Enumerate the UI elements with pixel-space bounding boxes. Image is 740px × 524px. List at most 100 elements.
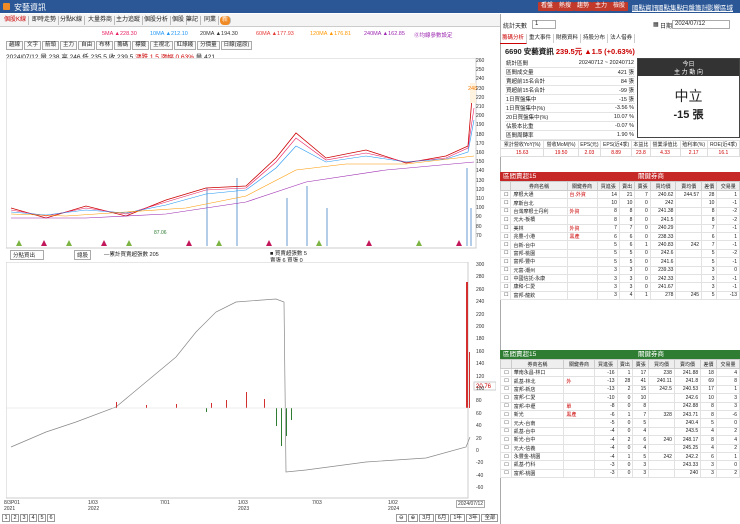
broker-chart[interactable]: 20.76 bbox=[6, 262, 496, 500]
btn-hot[interactable]: 熱搜 bbox=[556, 2, 575, 11]
row-checkbox[interactable]: ☐ bbox=[500, 451, 512, 462]
menu-kline[interactable]: 個股K線 bbox=[2, 16, 30, 25]
row-checkbox[interactable]: ☐ bbox=[499, 189, 512, 200]
tool-10[interactable]: 分價量 bbox=[197, 41, 220, 50]
zoom-all[interactable]: 全部 bbox=[481, 514, 499, 522]
row-checkbox[interactable]: ☐ bbox=[500, 376, 512, 386]
broker-row[interactable]: ☐ 康和-仁愛 3 3 0 241.67 3 -1 bbox=[499, 282, 740, 292]
broker-row[interactable]: ☐ 凱基-林北外 -13 28 41 240.11 241.8 69 8 bbox=[500, 376, 740, 386]
menu-main[interactable]: 主力追蹤 bbox=[114, 16, 144, 25]
tool-4[interactable]: 自由 bbox=[78, 41, 96, 50]
tab-events[interactable]: 重大事件 bbox=[527, 34, 555, 43]
page-3[interactable]: 3 bbox=[20, 514, 28, 522]
ma-settings[interactable]: ⓪均線參數設定 bbox=[414, 31, 453, 39]
menu-peer[interactable]: 同業 bbox=[202, 16, 220, 25]
tool-6[interactable]: 籌碼 bbox=[114, 41, 132, 50]
row-checkbox[interactable]: ☐ bbox=[499, 282, 512, 292]
link-2[interactable]: 日盤籌計 bbox=[682, 2, 708, 12]
broker-row[interactable]: ☐ 台灣摩根士丹利 外資 8 8 0 241.38 8 -2 bbox=[499, 206, 740, 217]
tab-chips[interactable]: 籌碼分析 bbox=[500, 34, 528, 44]
broker-row[interactable]: ☐ 富邦-新店 -13 2 15 242.5 240.53 17 1 bbox=[500, 384, 740, 395]
page-2[interactable]: 2 bbox=[11, 514, 19, 522]
row-checkbox[interactable]: ☐ bbox=[499, 215, 512, 225]
broker-row[interactable]: ☐ 華南永昌-林口 -16 1 17 238 241.88 18 4 bbox=[500, 367, 740, 378]
row-checkbox[interactable]: ☐ bbox=[500, 426, 512, 437]
zoom-6m[interactable]: 6月 bbox=[434, 514, 450, 522]
tool-7[interactable]: 標籤 bbox=[132, 41, 150, 50]
zoom-3y[interactable]: 3年 bbox=[465, 514, 481, 522]
calendar-icon[interactable]: ▦ bbox=[653, 21, 659, 28]
row-checkbox[interactable]: ☐ bbox=[500, 367, 512, 378]
row-checkbox[interactable]: ☐ bbox=[499, 273, 512, 284]
btn-trend[interactable]: 趨勢 bbox=[574, 2, 593, 11]
btn-main[interactable]: 主力 bbox=[592, 2, 611, 11]
broker-row[interactable]: ☐ 新光 黑產 -6 1 7 328 243.71 8 -6 bbox=[500, 409, 740, 420]
broker-row[interactable]: ☐ 元大-台南 -5 0 5 240.4 5 0 bbox=[500, 418, 740, 428]
broker-row[interactable]: ☐ 富邦-仁愛 -10 0 10 242.6 10 3 bbox=[500, 393, 740, 403]
row-checkbox[interactable]: ☐ bbox=[499, 290, 512, 301]
tool-9[interactable]: 紅綠綫 bbox=[173, 41, 197, 50]
row-checkbox[interactable]: ☐ bbox=[499, 206, 512, 217]
broker-row[interactable]: ☐ 永豐金-桃園 -4 1 5 242 242.2 6 1 bbox=[500, 451, 740, 462]
broker-row[interactable]: ☐ 凱基-竹科 -3 0 3 243.33 3 0 bbox=[500, 460, 740, 470]
link-1[interactable]: 國點集點 bbox=[657, 2, 683, 12]
broker-row[interactable]: ☐ 富邦-中壢單 -8 0 8 242.88 8 3 bbox=[500, 401, 740, 411]
broker-row[interactable]: ☐ 台新-台中 5 6 1 240.83 242 7 -1 bbox=[499, 240, 740, 250]
row-checkbox[interactable]: ☐ bbox=[500, 418, 512, 428]
row-checkbox[interactable]: ☐ bbox=[499, 198, 512, 208]
broker-row[interactable]: ☐ 摩根大通 台.外資 14 21 7 240.62 244.57 28 1 bbox=[499, 189, 740, 200]
menu-big[interactable]: 大量券商 bbox=[86, 16, 116, 25]
tool-0[interactable]: 趨線 bbox=[6, 41, 24, 50]
broker-row[interactable]: ☐ 摩斯台北 10 10 0 242 10 -1 bbox=[499, 198, 740, 208]
total-button[interactable]: 總股 bbox=[74, 250, 92, 260]
link-3[interactable]: 影響區域 bbox=[707, 2, 733, 12]
row-checkbox[interactable]: ☐ bbox=[500, 435, 512, 445]
broker-row[interactable]: ☐ 元大-信義 -4 0 4 245.25 4 2 bbox=[500, 443, 740, 453]
page-1[interactable]: 1 bbox=[2, 514, 10, 522]
broker-row[interactable]: ☐ 美林 外資 7 7 0 240.29 7 -1 bbox=[499, 223, 740, 233]
page-4[interactable]: 4 bbox=[29, 514, 37, 522]
row-checkbox[interactable]: ☐ bbox=[500, 443, 512, 453]
tab-fin[interactable]: 財務資料 bbox=[554, 34, 582, 43]
broker-row[interactable]: ☐ 新光-台中 -4 2 6 240 248.17 8 4 bbox=[500, 435, 740, 445]
menu-analysis[interactable]: 個股分析 bbox=[142, 16, 172, 25]
zoom-out-icon[interactable]: ⊖ bbox=[396, 514, 407, 522]
buy-filter[interactable]: 關鍵券商 bbox=[638, 173, 664, 180]
row-checkbox[interactable]: ☐ bbox=[499, 257, 512, 267]
btn-watch[interactable]: 看盤 bbox=[538, 2, 557, 11]
btn-screen[interactable]: 檢股 bbox=[610, 2, 629, 11]
row-checkbox[interactable]: ☐ bbox=[500, 409, 512, 420]
broker-row[interactable]: ☐ 富邦-桃園 -3 0 3 240 3 2 bbox=[500, 468, 740, 479]
broker-row[interactable]: ☐ 富邦-桃園 5 5 0 242.6 5 -2 bbox=[499, 248, 740, 259]
tool-2[interactable]: 箭頭 bbox=[42, 41, 60, 50]
tool-3[interactable]: 主力 bbox=[60, 41, 78, 50]
menu-branch[interactable]: 分點K線 bbox=[58, 16, 86, 25]
broker-row[interactable]: ☐ 中國信託-永康 3 3 0 242.33 3 -1 bbox=[499, 273, 740, 284]
link-0[interactable]: 國點資訊 bbox=[632, 2, 658, 12]
row-checkbox[interactable]: ☐ bbox=[499, 231, 512, 242]
row-checkbox[interactable]: ☐ bbox=[499, 248, 512, 259]
broker-row[interactable]: ☐ 元大-板橋 8 8 0 241.5 8 -2 bbox=[499, 215, 740, 225]
row-checkbox[interactable]: ☐ bbox=[499, 240, 512, 250]
days-select[interactable]: 1 bbox=[532, 20, 556, 29]
menu-notes[interactable]: 筆記 bbox=[184, 16, 202, 25]
date-input[interactable]: 2024/07/12 bbox=[672, 20, 730, 29]
tab-lend[interactable]: 法人借券 bbox=[608, 34, 636, 43]
zoom-1y[interactable]: 1年 bbox=[450, 514, 465, 522]
row-checkbox[interactable]: ☐ bbox=[500, 468, 512, 479]
broker-row[interactable]: ☐ 富邦-豐中 5 5 0 241.6 5 -1 bbox=[499, 257, 740, 267]
row-checkbox[interactable]: ☐ bbox=[500, 460, 512, 470]
row-checkbox[interactable]: ☐ bbox=[500, 401, 512, 411]
broker-row[interactable]: ☐ 凱基-台中 -4 0 4 243.5 4 2 bbox=[500, 426, 740, 437]
page-5[interactable]: 5 bbox=[38, 514, 46, 522]
menu-realtime[interactable]: 即時走勢 bbox=[30, 16, 60, 25]
row-checkbox[interactable]: ☐ bbox=[499, 223, 512, 233]
broker-row[interactable]: ☐ 元富-潮州 3 3 0 239.33 3 0 bbox=[499, 265, 740, 275]
zoom-in-icon[interactable]: ⊕ bbox=[407, 514, 419, 522]
broker-row[interactable]: ☐ 富邦-龍欽 3 4 1 278 245 5 -13 bbox=[499, 290, 740, 301]
row-checkbox[interactable]: ☐ bbox=[499, 265, 512, 275]
page-6[interactable]: 6 bbox=[47, 514, 55, 522]
row-checkbox[interactable]: ☐ bbox=[500, 393, 512, 403]
tool-8[interactable]: 主視北 bbox=[150, 41, 173, 50]
tool-5[interactable]: 布林 bbox=[96, 41, 114, 50]
